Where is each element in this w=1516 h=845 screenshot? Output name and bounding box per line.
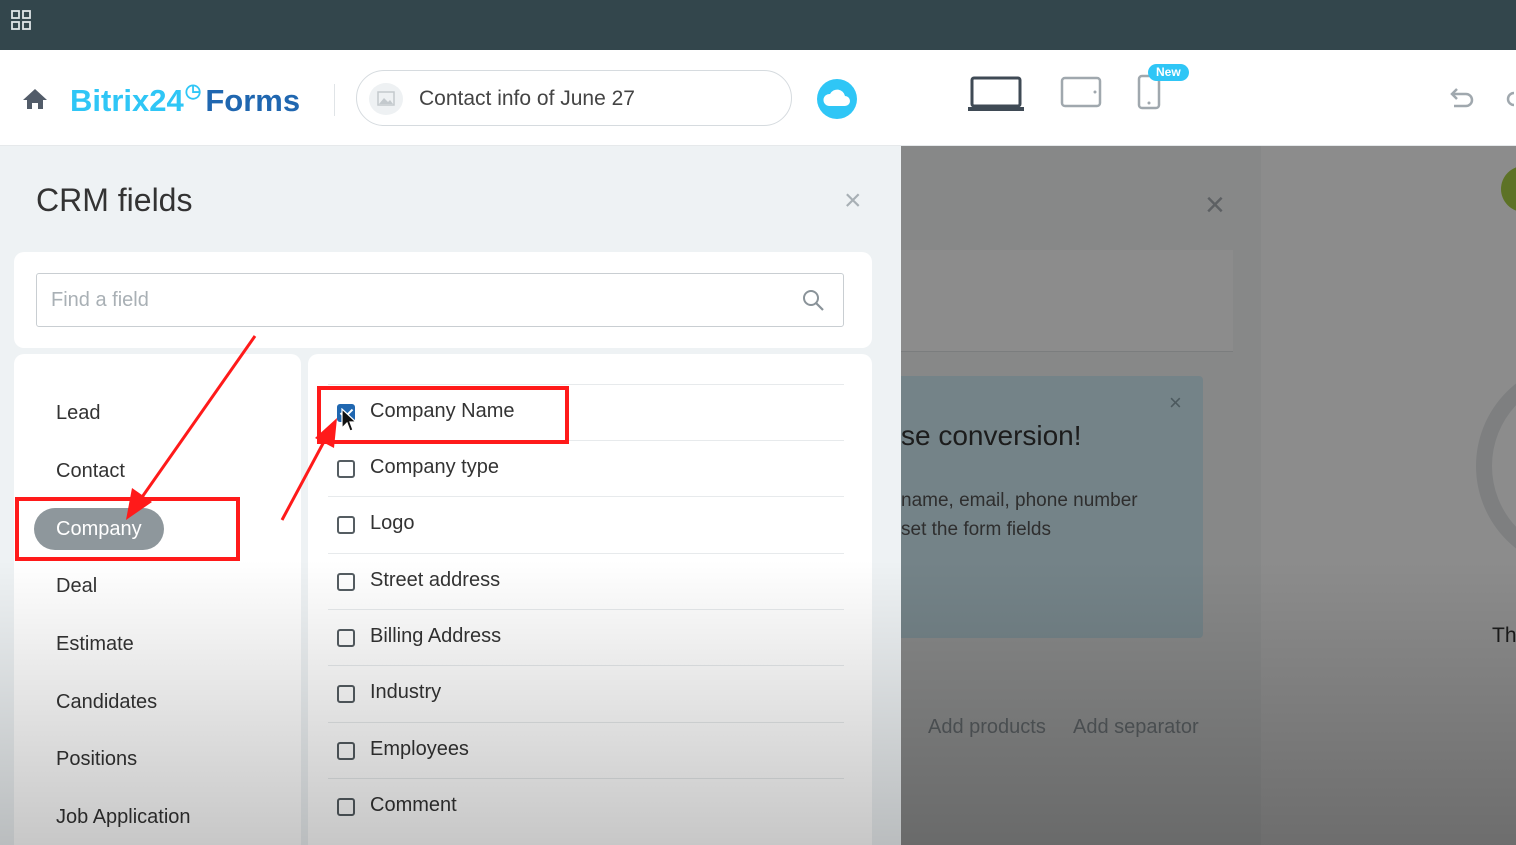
field-label[interactable]: Company type — [370, 456, 499, 479]
clock-icon: ◷ — [184, 81, 202, 102]
category-list: Lead Contact Company Deal Estimate Candi… — [14, 354, 301, 845]
field-search-box[interactable] — [36, 273, 844, 327]
field-checkbox[interactable] — [337, 460, 355, 478]
field-row[interactable]: Employees — [328, 722, 844, 778]
form-title[interactable]: Contact info of June 27 — [419, 87, 635, 111]
category-estimate[interactable]: Estimate — [34, 623, 156, 665]
field-row[interactable]: Street address — [328, 553, 844, 609]
form-name-field[interactable]: Contact info of June 27 — [356, 70, 792, 126]
app-header: Bitrix24◷ Forms Contact info of June 27 N… — [0, 50, 1516, 146]
field-label[interactable]: Logo — [370, 512, 415, 535]
company-highlight-box — [15, 497, 240, 561]
category-positions[interactable]: Positions — [34, 738, 159, 780]
logo-product: Forms — [205, 83, 301, 118]
field-label[interactable]: Billing Address — [370, 625, 501, 648]
desktop-view-icon[interactable] — [968, 76, 1024, 112]
top-bar — [0, 0, 1516, 50]
panel-title: CRM fields — [36, 182, 193, 218]
field-checkbox[interactable] — [337, 742, 355, 760]
category-candidates[interactable]: Candidates — [34, 681, 179, 723]
field-row[interactable]: Industry — [328, 665, 844, 721]
bitrix24-forms-logo[interactable]: Bitrix24◷ Forms — [70, 80, 300, 119]
undo-icon[interactable] — [1446, 85, 1474, 113]
apps-grid-icon[interactable] — [11, 10, 31, 30]
mouse-cursor-icon — [341, 408, 358, 432]
category-lead[interactable]: Lead — [34, 392, 123, 434]
logo-brand: Bitrix24 — [70, 83, 184, 118]
search-input[interactable] — [51, 286, 771, 314]
image-icon[interactable] — [369, 83, 403, 115]
field-label[interactable]: Street address — [370, 569, 500, 592]
field-label[interactable]: Employees — [370, 738, 469, 761]
redo-icon[interactable] — [1500, 85, 1516, 113]
modal-overlay[interactable] — [901, 146, 1516, 845]
search-icon[interactable] — [801, 288, 825, 312]
category-job-application[interactable]: Job Application — [34, 796, 213, 838]
panel-close-icon[interactable]: × — [844, 186, 862, 216]
header-divider — [334, 84, 335, 116]
category-deal[interactable]: Deal — [34, 565, 119, 607]
cloud-icon — [823, 89, 850, 106]
field-checkbox[interactable] — [337, 516, 355, 534]
field-checkbox[interactable] — [337, 685, 355, 703]
field-row[interactable]: Billing Address — [328, 609, 844, 665]
crm-fields-panel: CRM fields × Lead Contact Company Deal E… — [0, 146, 901, 845]
cloud-save-button[interactable] — [817, 79, 857, 119]
home-icon[interactable] — [22, 87, 48, 111]
field-row[interactable]: Company type — [328, 440, 844, 496]
field-row[interactable]: Comment — [328, 778, 844, 834]
category-contact[interactable]: Contact — [34, 450, 147, 492]
field-checkbox[interactable] — [337, 629, 355, 647]
search-card — [14, 252, 872, 348]
field-label[interactable]: Industry — [370, 681, 441, 704]
field-label[interactable]: Comment — [370, 794, 457, 817]
new-badge: New — [1148, 64, 1189, 81]
field-row[interactable]: Logo — [328, 496, 844, 552]
field-checkbox[interactable] — [337, 573, 355, 591]
tablet-view-icon[interactable] — [1060, 76, 1102, 108]
field-checkbox[interactable] — [337, 798, 355, 816]
